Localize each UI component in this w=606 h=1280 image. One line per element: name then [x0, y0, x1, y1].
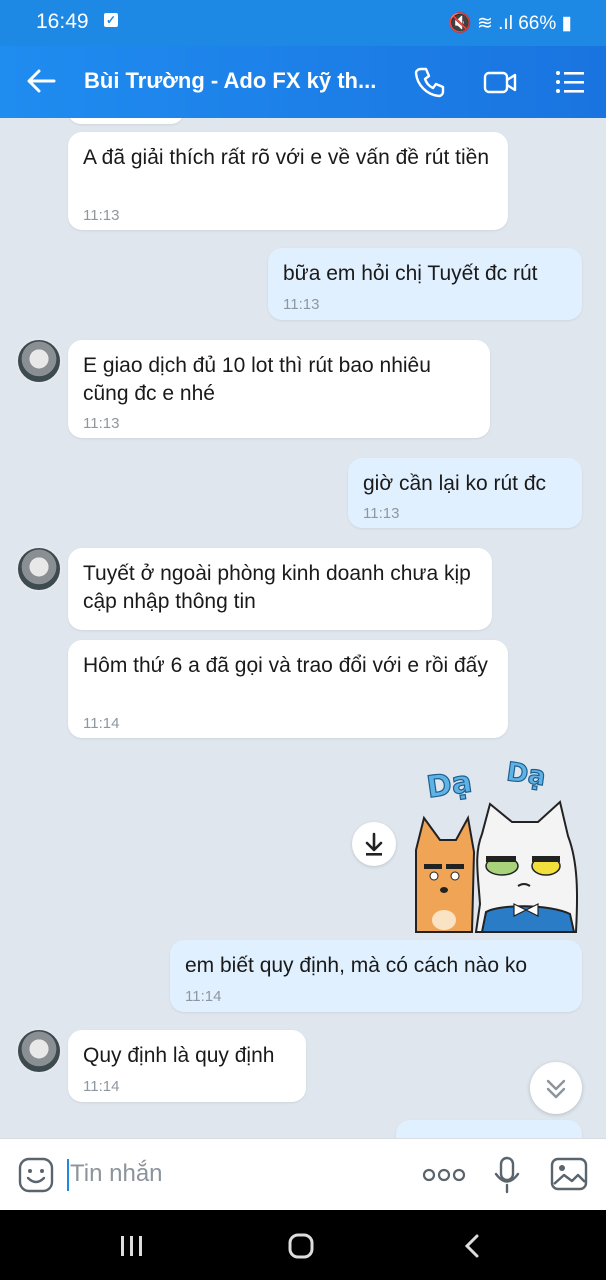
- message-bubble-received[interactable]: Hôm thứ 6 a đã gọi và trao đổi với e rồi…: [68, 640, 508, 738]
- message-bubble-sent[interactable]: giờ cần lại ko rút đc 11:13: [348, 458, 582, 528]
- microphone-icon[interactable]: [492, 1155, 522, 1195]
- message-time: 11:13: [363, 505, 400, 522]
- message-text: em biết quy định, mà có cách nào ko: [185, 954, 528, 977]
- battery-icon: ▮: [561, 13, 572, 34]
- text-caret: [67, 1159, 69, 1191]
- message-bubble-partial[interactable]: [68, 118, 184, 124]
- message-text: giờ cần lại ko rút đc: [363, 472, 547, 495]
- back-nav-icon[interactable]: [460, 1232, 484, 1260]
- chat-header: Bùi Trường - Ado FX kỹ th...: [0, 46, 606, 118]
- message-text: E giao dịch đủ 10 lot thì rút bao nhiêu …: [83, 354, 431, 405]
- notification-icon: ✓: [104, 13, 118, 27]
- message-time: 11:14: [83, 715, 120, 732]
- message-time: 11:14: [185, 988, 222, 1005]
- cat-sticker[interactable]: Dạ Dạ: [410, 754, 582, 934]
- message-bubble-sent[interactable]: bữa em hỏi chị Tuyết đc rút 11:13: [268, 248, 582, 320]
- avatar[interactable]: [16, 546, 62, 592]
- status-right: 🔇 ≋ .ıl 66% ▮: [448, 11, 572, 35]
- scroll-to-bottom-button[interactable]: [530, 1062, 582, 1114]
- download-button[interactable]: [352, 822, 396, 866]
- avatar[interactable]: [16, 1028, 62, 1074]
- message-input[interactable]: Tin nhắn: [70, 1160, 163, 1188]
- message-text: bữa em hỏi chị Tuyết đc rút: [283, 262, 538, 285]
- message-bubble-received[interactable]: A đã giải thích rất rõ với e về vấn đề r…: [68, 132, 508, 230]
- sticker-text-right: Dạ: [505, 757, 548, 792]
- video-call-icon[interactable]: [482, 64, 518, 100]
- message-bubble-received[interactable]: Tuyết ở ngoài phòng kinh doanh chưa kịp …: [68, 548, 492, 630]
- image-icon[interactable]: [550, 1157, 588, 1191]
- message-bubble-sent[interactable]: em biết quy định, mà có cách nào ko 11:1…: [170, 940, 582, 1012]
- recent-apps-icon[interactable]: [118, 1234, 146, 1258]
- message-bubble-received[interactable]: Quy định là quy định 11:14: [68, 1030, 306, 1102]
- message-text: Quy định là quy định: [83, 1044, 275, 1067]
- message-time: 11:13: [83, 207, 120, 224]
- home-icon[interactable]: [287, 1232, 315, 1260]
- message-time: 11:13: [283, 296, 320, 313]
- sticker-text-left: Dạ: [425, 765, 475, 806]
- message-input-bar: Tin nhắn: [0, 1138, 606, 1211]
- more-options-icon[interactable]: [422, 1163, 466, 1187]
- message-text: Tuyết ở ngoài phòng kinh doanh chưa kịp …: [83, 562, 471, 613]
- phone-icon[interactable]: [412, 64, 448, 100]
- status-bar: 16:49 ✓ 🔇 ≋ .ıl 66% ▮: [0, 0, 606, 46]
- message-bubble-received[interactable]: E giao dịch đủ 10 lot thì rút bao nhiêu …: [68, 340, 490, 438]
- message-text: Hôm thứ 6 a đã gọi và trao đổi với e rồi…: [83, 654, 488, 677]
- battery-level: 66%: [518, 13, 557, 34]
- message-text: A đã giải thích rất rõ với e về vấn đề r…: [83, 146, 489, 169]
- message-bubble-partial[interactable]: [396, 1120, 582, 1138]
- signal-icon: 🔇 ≋ .ıl: [448, 13, 519, 34]
- chat-area[interactable]: A đã giải thích rất rõ với e về vấn đề r…: [0, 118, 606, 1138]
- back-arrow-icon[interactable]: [24, 64, 58, 98]
- double-chevron-down-icon: [546, 1079, 566, 1099]
- chat-title[interactable]: Bùi Trường - Ado FX kỹ th...: [84, 68, 376, 94]
- emoji-icon[interactable]: [18, 1157, 54, 1193]
- avatar[interactable]: [16, 338, 62, 384]
- download-icon: [365, 832, 383, 856]
- message-time: 11:13: [83, 415, 120, 432]
- status-time: 16:49: [36, 10, 89, 33]
- menu-list-icon[interactable]: [552, 64, 588, 100]
- message-time: 11:14: [83, 1078, 120, 1095]
- system-nav-bar: [0, 1210, 606, 1280]
